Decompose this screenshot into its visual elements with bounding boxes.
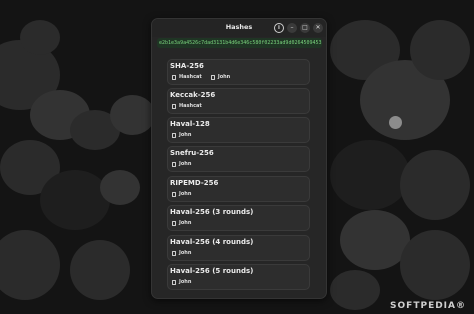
terminal-icon [172, 250, 176, 256]
info-icon[interactable]: i [274, 23, 284, 33]
wallpaper-shape [70, 240, 130, 300]
tool-badge[interactable]: John [210, 74, 231, 80]
wallpaper-shape [410, 20, 470, 80]
tool-label: John [179, 191, 192, 197]
tool-label: John [217, 74, 231, 80]
title-bar[interactable]: Hashes i – □ ✕ [152, 19, 326, 37]
hash-result-row[interactable]: RIPEMD-256 John [167, 176, 310, 202]
maximize-button[interactable]: □ [300, 23, 310, 33]
terminal-icon [172, 279, 176, 285]
wallpaper-shape [400, 150, 470, 220]
wallpaper-shape [110, 95, 155, 135]
terminal-icon [172, 161, 176, 167]
wallpaper-shape [0, 230, 60, 300]
hash-result-row[interactable]: Keccak-256 Hashcat [167, 88, 310, 114]
tool-badge[interactable]: John [172, 191, 191, 197]
softpedia-watermark: SOFTPEDIA® [390, 301, 466, 311]
tool-label: John [179, 132, 192, 138]
tool-list: John [172, 279, 191, 285]
tool-list: John [172, 132, 191, 138]
tool-list: John [172, 250, 191, 256]
tool-list: Hashcat John [172, 74, 230, 80]
terminal-icon [172, 220, 176, 226]
tool-badge[interactable]: Hashcat [172, 74, 202, 80]
hash-result-row[interactable]: Snefru-256 John [167, 146, 310, 172]
algorithm-name: Snefru-256 [170, 149, 214, 157]
hash-result-row[interactable]: Haval-256 (4 rounds) John [167, 235, 310, 261]
tool-badge[interactable]: John [172, 132, 191, 138]
terminal-icon [172, 132, 176, 138]
close-button[interactable]: ✕ [313, 23, 323, 33]
wallpaper-shape [20, 20, 60, 55]
tool-badge[interactable]: Hashcat [172, 103, 202, 109]
wallpaper-knob [389, 116, 402, 129]
wallpaper-shape [40, 170, 110, 230]
tool-list: Hashcat [172, 103, 202, 109]
hash-input[interactable]: e2b1e3a9a4526c7dad3131b4d6e346c580f02233… [157, 38, 322, 48]
algorithm-name: SHA-256 [170, 62, 204, 70]
tool-label: John [179, 220, 192, 226]
hash-result-row[interactable]: Haval-256 (5 rounds) John [167, 264, 310, 290]
hashes-window: Hashes i – □ ✕ e2b1e3a9a4526c7dad3131b4d… [151, 18, 327, 299]
wallpaper-shape [100, 170, 140, 205]
wallpaper-shape [330, 270, 380, 310]
algorithm-name: Haval-256 (4 rounds) [170, 238, 254, 246]
hash-result-row[interactable]: Haval-256 (3 rounds) John [167, 205, 310, 231]
algorithm-name: Haval-256 (5 rounds) [170, 267, 254, 275]
terminal-icon [172, 191, 176, 197]
tool-label: Hashcat [179, 103, 202, 109]
algorithm-name: Keccak-256 [170, 91, 216, 99]
terminal-icon [172, 103, 176, 109]
tool-badge[interactable]: John [172, 161, 191, 167]
algorithm-name: Haval-128 [170, 120, 210, 128]
wallpaper-shape [400, 230, 470, 300]
hash-result-row[interactable]: Haval-128 John [167, 117, 310, 143]
tool-badge[interactable]: John [172, 279, 191, 285]
minimize-button[interactable]: – [287, 23, 297, 33]
wallpaper-shape [330, 140, 410, 210]
tool-badge[interactable]: John [172, 220, 191, 226]
tool-label: John [179, 250, 192, 256]
tool-list: John [172, 161, 191, 167]
terminal-icon [210, 74, 215, 80]
tool-label: John [179, 161, 192, 167]
hash-result-row[interactable]: SHA-256 Hashcat John [167, 59, 310, 85]
algorithm-name: Haval-256 (3 rounds) [170, 208, 254, 216]
tool-list: John [172, 191, 191, 197]
tool-label: John [179, 279, 192, 285]
algorithm-name: RIPEMD-256 [170, 179, 219, 187]
tool-list: John [172, 220, 191, 226]
tool-label: Hashcat [179, 74, 202, 80]
terminal-icon [172, 74, 176, 80]
tool-badge[interactable]: John [172, 250, 191, 256]
